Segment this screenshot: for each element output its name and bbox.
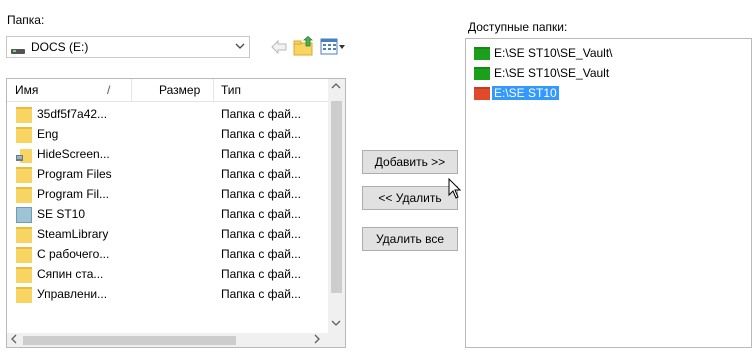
file-name: SE ST10 [37, 207, 86, 221]
folder-icon [16, 227, 32, 243]
list-item[interactable]: Управлени... Папка с фай... [7, 285, 330, 305]
file-list[interactable]: Имя / Размер Тип 35df5f7a42... Папка с ф… [6, 78, 346, 348]
file-name: Eng [37, 127, 59, 141]
file-type: Папка с фай... [221, 207, 301, 221]
file-type: Папка с фай... [221, 187, 301, 201]
chevron-down-icon[interactable] [235, 39, 245, 56]
app-folder-icon [16, 147, 32, 163]
list-item[interactable]: HideScreen... Папка с фай... [7, 145, 330, 165]
file-name: Сяпин ста... [37, 267, 104, 281]
list-item[interactable]: SteamLibrary Папка с фай... [7, 225, 330, 245]
folder-path: E:\SE ST10 [492, 86, 559, 100]
file-name: 35df5f7a42... [37, 107, 108, 121]
folder-path: E:\SE ST10\SE_Vault\ [494, 46, 613, 60]
scroll-up-icon[interactable] [331, 82, 341, 93]
file-type: Папка с фай... [221, 227, 301, 241]
file-name: Управлени... [37, 287, 108, 301]
folder-icon [16, 247, 32, 263]
sort-indicator-icon: / [107, 83, 111, 97]
drive-icon [11, 49, 25, 54]
list-item[interactable]: Program Fil... Папка с фай... [7, 185, 330, 205]
file-type: Папка с фай... [221, 167, 301, 181]
file-type: Папка с фай... [221, 107, 301, 121]
file-type: Папка с фай... [221, 247, 301, 261]
remove-all-button[interactable]: Удалить все [362, 227, 458, 251]
folder-up-icon[interactable] [292, 35, 316, 58]
vertical-scrollbar[interactable] [328, 79, 345, 347]
scroll-left-icon[interactable] [10, 333, 18, 347]
list-item[interactable]: Eng Папка с фай... [7, 125, 330, 145]
folder-path: E:\SE ST10\SE_Vault [494, 66, 610, 80]
column-size[interactable]: Размер [159, 83, 200, 97]
file-type: Папка с фай... [221, 147, 301, 161]
mouse-cursor-icon [448, 177, 462, 203]
folder-label: Папка: [7, 13, 45, 27]
list-header: Имя / Размер Тип [7, 79, 330, 102]
list-item[interactable]: С рабочего... Папка с фай... [7, 245, 330, 265]
drive-combobox[interactable]: DOCS (E:) [6, 36, 250, 58]
horizontal-scrollbar[interactable] [7, 333, 330, 347]
file-name: Program Fil... [37, 187, 110, 201]
file-type: Папка с фай... [221, 127, 301, 141]
list-item[interactable]: Program Files Папка с фай... [7, 165, 330, 185]
column-type[interactable]: Тип [221, 83, 241, 97]
file-name: Program Files [37, 167, 112, 181]
file-name: HideScreen... [37, 147, 110, 161]
back-arrow-icon[interactable] [268, 36, 290, 58]
scroll-right-icon[interactable] [313, 333, 321, 347]
list-item[interactable]: SE ST10 Папка с фай... [7, 205, 330, 225]
list-item[interactable]: 35df5f7a42... Папка с фай... [7, 105, 330, 125]
list-item[interactable]: Сяпин ста... Папка с фай... [7, 265, 330, 285]
folder-icon [474, 87, 490, 100]
view-menu-icon[interactable] [320, 36, 346, 58]
folder-icon [474, 47, 490, 60]
scroll-down-icon[interactable] [331, 319, 341, 330]
file-type: Папка с фай... [221, 287, 301, 301]
column-name[interactable]: Имя [15, 83, 38, 97]
file-name: С рабочего... [37, 247, 110, 261]
available-folders-list[interactable]: E:\SE ST10\SE_Vault\ E:\SE ST10\SE_Vault… [465, 38, 752, 348]
available-folders-label: Доступные папки: [468, 20, 568, 34]
folder-icon [474, 67, 490, 80]
vertical-scroll-thumb[interactable] [331, 101, 342, 293]
folder-icon [16, 167, 32, 183]
file-type: Папка с фай... [221, 267, 301, 281]
horizontal-scroll-thumb[interactable] [23, 336, 236, 345]
folder-icon [16, 127, 32, 143]
file-name: SteamLibrary [37, 227, 109, 241]
drive-value: DOCS (E:) [31, 40, 89, 54]
folder-icon [16, 187, 32, 203]
folder-icon [16, 287, 32, 303]
add-button[interactable]: Добавить >> [362, 150, 458, 174]
folder-icon [16, 267, 32, 283]
remove-button[interactable]: << Удалить [362, 186, 458, 210]
folder-icon [16, 107, 32, 123]
special-folder-icon [16, 207, 32, 223]
